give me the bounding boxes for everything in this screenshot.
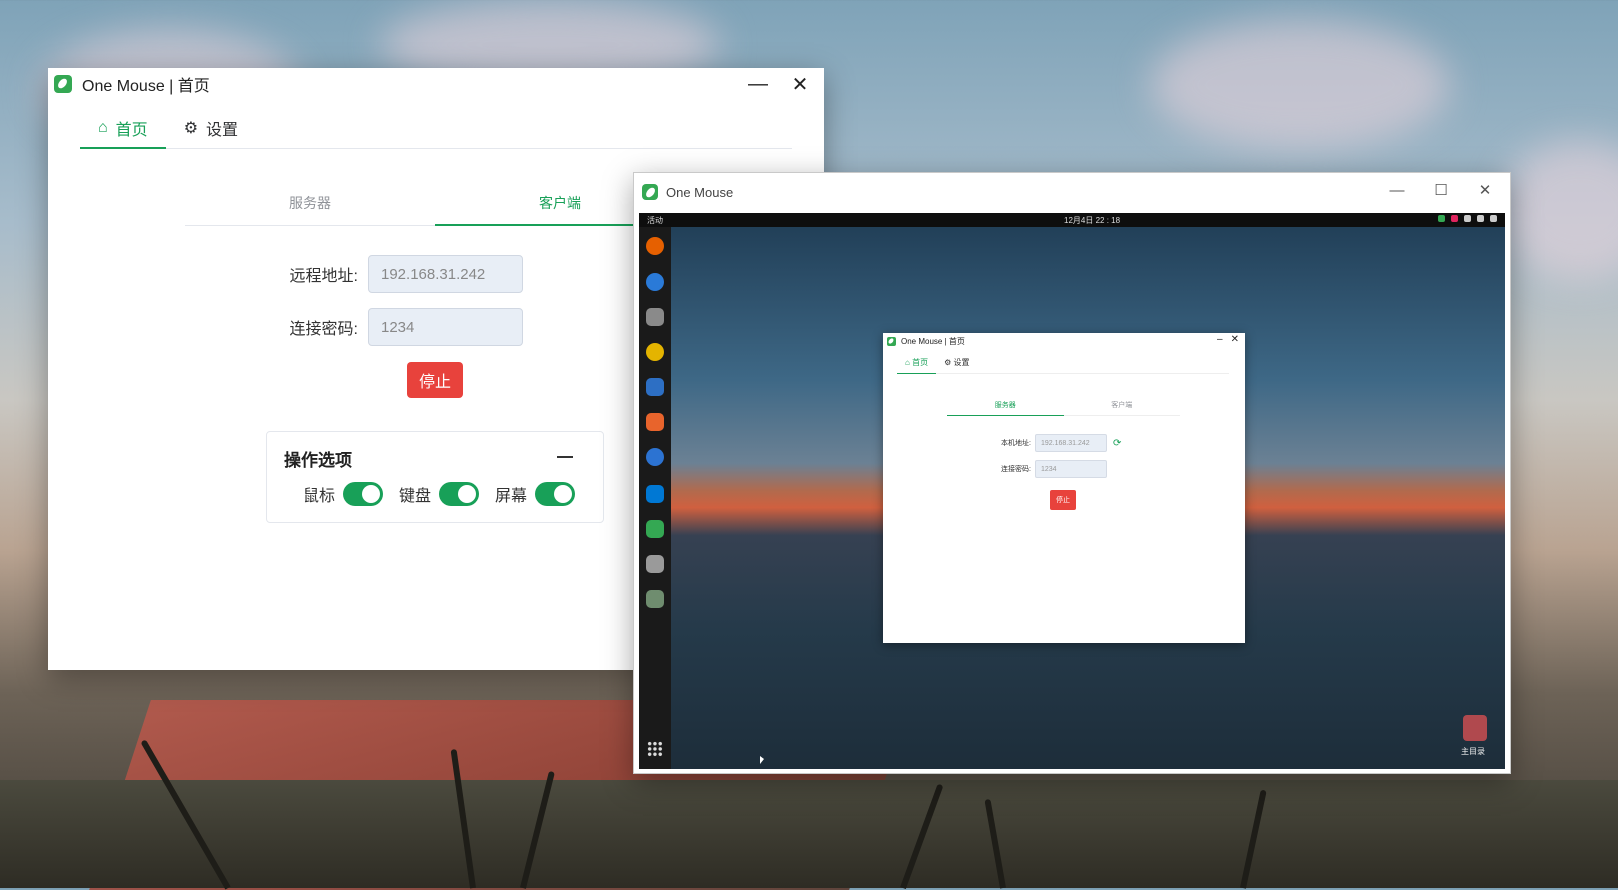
- tab-home-label: 首页: [115, 122, 148, 139]
- remote-tab-client[interactable]: 客户端: [1064, 395, 1181, 415]
- remote-password-label: 连接密码:: [1001, 466, 1031, 473]
- app-logo-icon: [54, 75, 72, 93]
- power-icon[interactable]: [1490, 215, 1497, 222]
- close-button[interactable]: ✕: [788, 72, 812, 96]
- remote-minimize-button[interactable]: —: [1388, 181, 1406, 199]
- remote-mode-tabs: 服务器 客户端: [947, 395, 1180, 416]
- remote-stop-button[interactable]: 停止: [1050, 490, 1076, 510]
- remote-window-title: One Mouse: [666, 184, 734, 200]
- tab-server[interactable]: 服务器: [185, 181, 435, 225]
- tray-notify-icon[interactable]: [1451, 215, 1458, 222]
- remote-tab-settings[interactable]: ⚙ 设置: [936, 351, 977, 373]
- address-label: 远程地址:: [289, 268, 358, 285]
- remote-tab-settings-label: 设置: [953, 357, 970, 367]
- trash-icon[interactable]: [646, 590, 664, 608]
- minimize-button[interactable]: —: [746, 72, 770, 96]
- remote-desktop-view[interactable]: 活动 12月4日 22 : 18 主目录 One Mouse | 首页 – ✕ …: [639, 213, 1505, 769]
- rhythmbox-icon[interactable]: [646, 343, 664, 361]
- writer-icon[interactable]: [646, 378, 664, 396]
- help-icon[interactable]: [646, 448, 664, 466]
- dock: [639, 227, 671, 769]
- address-row: 远程地址:: [248, 255, 523, 293]
- remote-password-input[interactable]: 1234: [1035, 460, 1107, 478]
- remote-app-close-button[interactable]: ✕: [1231, 334, 1239, 345]
- remote-address-input[interactable]: 192.168.31.242: [1035, 434, 1107, 452]
- mouse-toggle[interactable]: [343, 482, 384, 506]
- remote-close-button[interactable]: ✕: [1476, 181, 1494, 199]
- home-icon: ⌂: [98, 119, 108, 136]
- remote-screen-window: One Mouse — ☐ ✕ 活动 12月4日 22 : 18 主目录 One…: [633, 172, 1511, 774]
- stop-button[interactable]: 停止: [407, 362, 463, 398]
- disk-icon[interactable]: [646, 555, 664, 573]
- app-center-icon[interactable]: [646, 413, 664, 431]
- firefox-icon[interactable]: [646, 237, 664, 255]
- home-folder-icon[interactable]: [1463, 715, 1487, 741]
- remote-address-input[interactable]: [368, 255, 523, 293]
- screen-toggle[interactable]: [535, 482, 576, 506]
- thunderbird-icon[interactable]: [646, 273, 664, 291]
- remote-app-icon: [887, 337, 896, 346]
- password-input[interactable]: [368, 308, 523, 346]
- remote-tab-home[interactable]: ⌂ 首页: [897, 351, 937, 374]
- remote-app-title: One Mouse | 首页: [901, 337, 965, 346]
- keyboard-toggle[interactable]: [439, 482, 480, 506]
- network-icon[interactable]: [1464, 215, 1471, 222]
- options-panel: 操作选项 鼠标 键盘 屏幕: [266, 431, 604, 523]
- remote-password-row: 连接密码: 1234: [979, 460, 1107, 478]
- password-row: 连接密码:: [248, 308, 523, 346]
- gnome-top-bar: 活动 12月4日 22 : 18: [639, 213, 1505, 227]
- remote-address-row: 本机地址: 192.168.31.242 ⟳: [979, 434, 1121, 452]
- remote-gear-icon: ⚙: [944, 357, 952, 367]
- tab-settings-label: 设置: [206, 122, 239, 139]
- remote-maximize-button[interactable]: ☐: [1432, 181, 1450, 199]
- activities-button[interactable]: 活动: [647, 215, 663, 226]
- mouse-option: 鼠标: [303, 482, 384, 506]
- gear-icon: ⚙: [183, 120, 199, 137]
- remote-app-minimize-button[interactable]: –: [1217, 334, 1223, 345]
- remote-app-nav: ⌂ 首页 ⚙ 设置: [897, 351, 1229, 374]
- screen-option: 屏幕: [495, 482, 576, 506]
- one-mouse-dock-icon[interactable]: [646, 520, 664, 538]
- remote-tab-server[interactable]: 服务器: [947, 395, 1064, 416]
- tray-app-icon[interactable]: [1438, 215, 1445, 222]
- remote-app-titlebar[interactable]: One Mouse | 首页: [887, 336, 965, 347]
- tab-home[interactable]: ⌂ 首页: [80, 108, 166, 149]
- collapse-icon[interactable]: [557, 456, 573, 458]
- main-titlebar[interactable]: One Mouse | 首页 — ✕: [48, 68, 824, 100]
- remote-app-window: One Mouse | 首页 – ✕ ⌂ 首页 ⚙ 设置 服务器 客户端 本机地…: [883, 333, 1245, 643]
- keyboard-option: 键盘: [399, 482, 480, 506]
- password-label: 连接密码:: [289, 321, 358, 338]
- remote-tab-home-label: 首页: [912, 357, 929, 367]
- keyboard-label: 键盘: [399, 488, 432, 505]
- mouse-label: 鼠标: [303, 488, 336, 505]
- tab-settings[interactable]: ⚙ 设置: [166, 108, 256, 148]
- clock[interactable]: 12月4日 22 : 18: [1064, 215, 1120, 226]
- vscode-icon[interactable]: [646, 485, 664, 503]
- main-nav: ⌂ 首页 ⚙ 设置: [80, 108, 792, 149]
- remote-address-label: 本机地址:: [1001, 440, 1031, 447]
- window-title: One Mouse | 首页: [82, 78, 210, 95]
- mode-tabs: 服务器 客户端: [185, 181, 685, 226]
- show-apps-icon[interactable]: [647, 741, 663, 757]
- screen-label: 屏幕: [495, 488, 528, 505]
- system-tray[interactable]: [1438, 215, 1497, 222]
- remote-home-icon: ⌂: [905, 357, 910, 367]
- refresh-icon[interactable]: ⟳: [1113, 438, 1121, 449]
- remote-app-logo-icon: [642, 184, 658, 200]
- volume-icon[interactable]: [1477, 215, 1484, 222]
- options-title: 操作选项: [284, 451, 352, 470]
- files-icon[interactable]: [646, 308, 664, 326]
- home-folder-label: 主目录: [1461, 747, 1485, 756]
- remote-titlebar[interactable]: One Mouse — ☐ ✕: [634, 173, 1510, 211]
- mouse-cursor-icon: [760, 756, 764, 764]
